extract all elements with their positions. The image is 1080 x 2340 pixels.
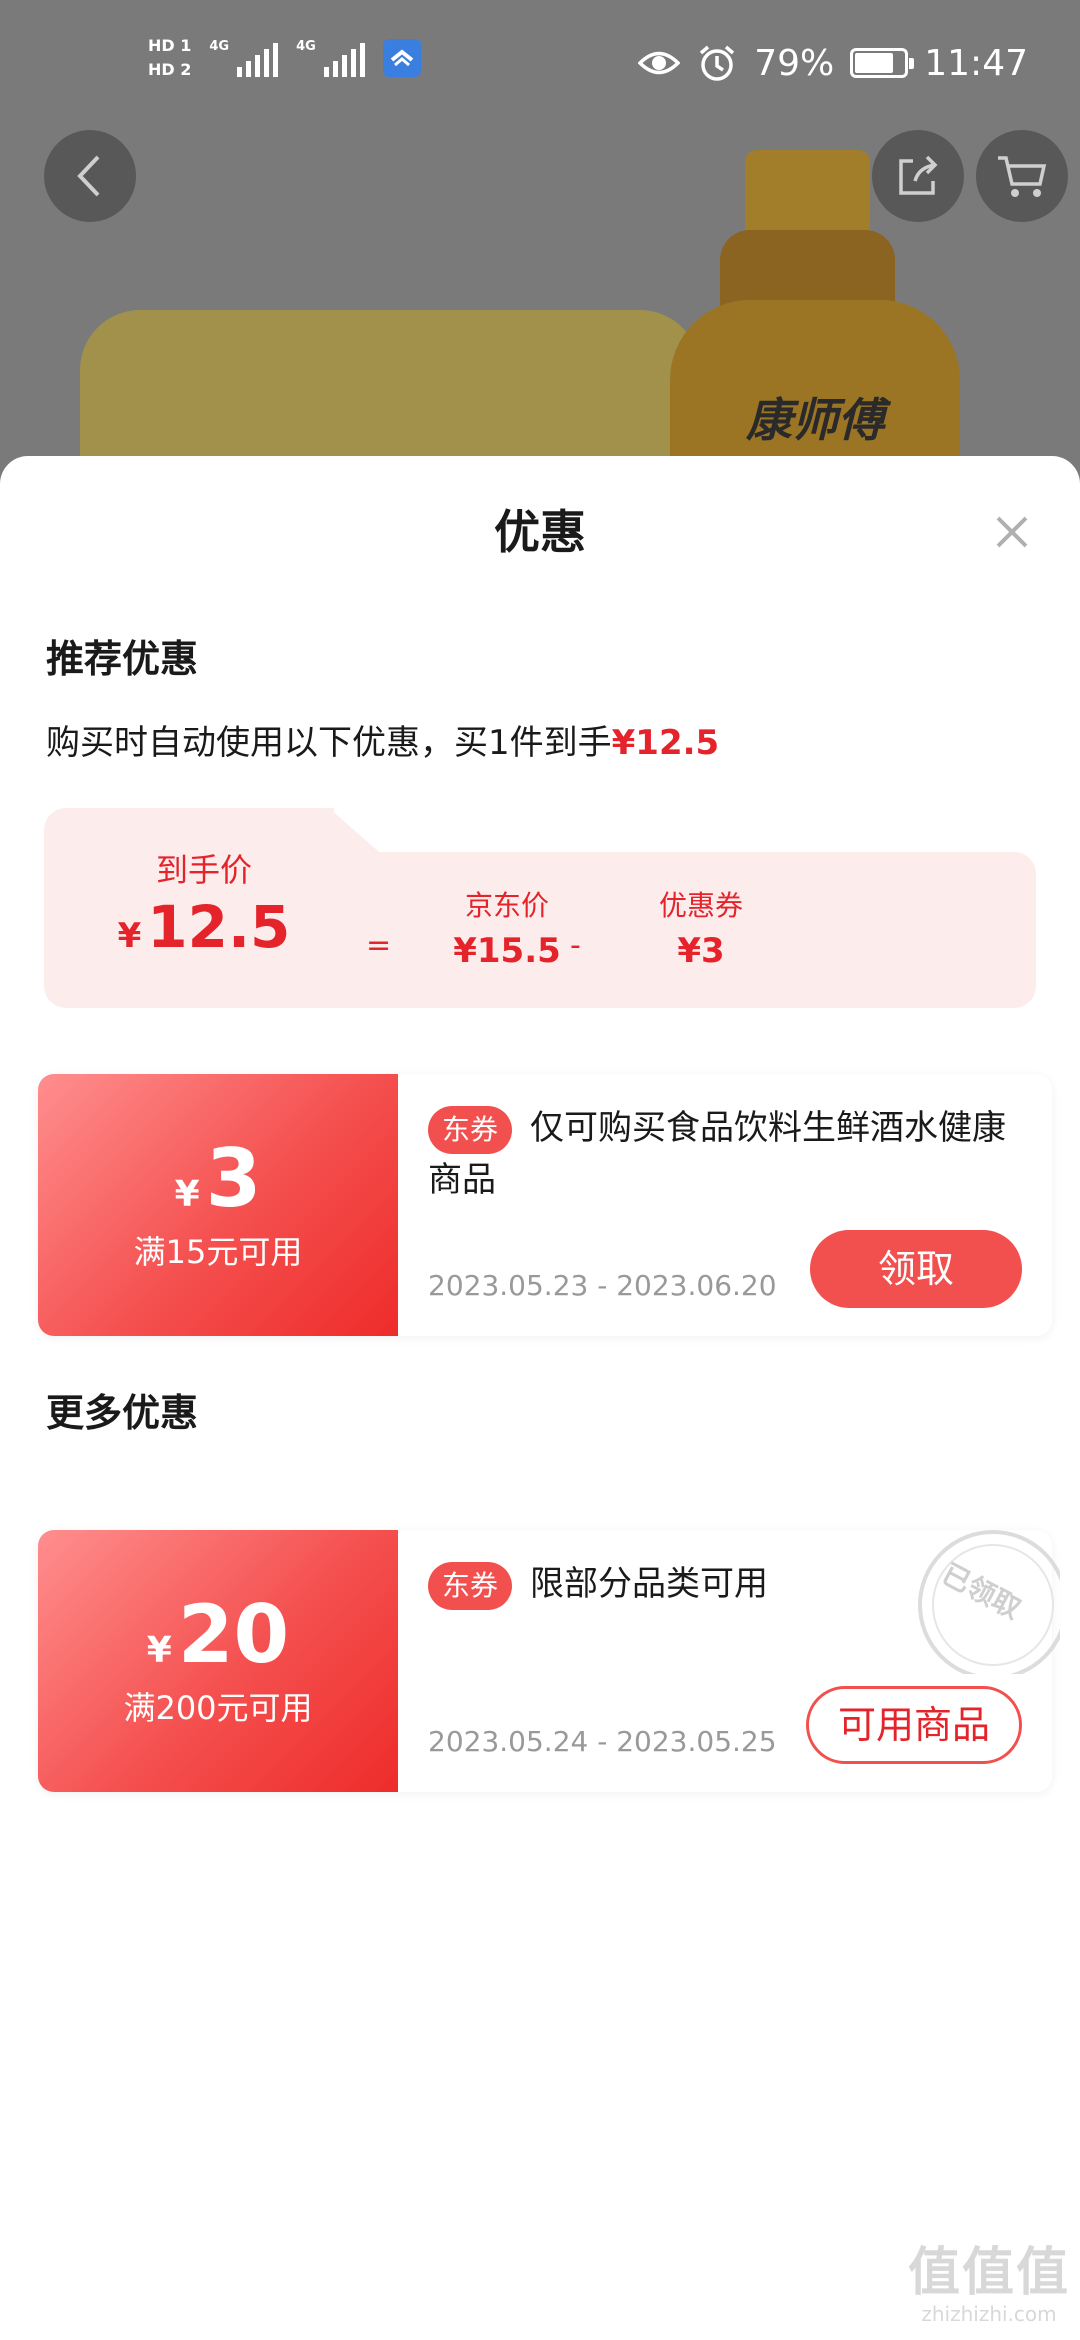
coupon-value-panel: ¥20 满200元可用 [38,1530,398,1792]
battery-percent: 79% [754,42,835,84]
coupon-validity: 2023.05.24 - 2023.05.25 [428,1725,777,1758]
coupon-card: ¥3 满15元可用 仅可购买食品饮料生鲜酒水健康商品 东券 2023.05.23… [38,1074,1052,1336]
coupon-amount: ¥3 [174,1132,262,1225]
status-bar: HD 1 HD 2 4G 4G 79% 11:47 [0,0,1080,130]
cart-icon [998,156,1047,197]
coupon-discount-label: 优惠券 [658,889,743,922]
alarm-icon [696,42,738,84]
hd1-indicator: HD 1 [148,36,192,55]
coupon-validity: 2023.05.23 - 2023.06.20 [428,1269,777,1302]
discount-sheet: 优惠 推荐优惠 购买时自动使用以下优惠，买1件到手¥12.5 到手价 ¥12.5… [0,456,1080,2340]
eligible-products-button[interactable]: 可用商品 [806,1686,1022,1764]
coupon-condition: 满15元可用 [133,1233,303,1271]
coupon-tag: 东券 [428,1106,513,1154]
final-price-inline: ¥12.5 [611,723,720,763]
coupon-description: 仅可购买食品饮料生鲜酒水健康商品 [428,1108,1006,1200]
coupon-amount: ¥20 [146,1588,290,1681]
chevron-left-icon [77,155,100,197]
close-button[interactable] [984,504,1040,560]
claim-button[interactable]: 领取 [810,1230,1022,1308]
coupon-discount-value: ¥3 [677,931,725,971]
close-icon [996,516,1028,548]
clock: 11:47 [924,42,1028,84]
coupon-value-panel: ¥3 满15元可用 [38,1074,398,1336]
signal-2-icon: 4G [296,39,365,77]
jd-price-label: 京东价 [464,889,549,922]
more-heading: 更多优惠 [46,1391,199,1435]
claimed-stamp: 已领取 [910,1524,1060,1674]
signal-1-icon: 4G [209,39,279,77]
site-watermark: 值值值 zhizhizhi.com [908,2244,1070,2326]
cart-button[interactable] [976,130,1068,222]
hd2-indicator: HD 2 [148,60,192,79]
brand-label: 康师傅 [746,393,884,447]
coupon-condition: 满200元可用 [123,1689,313,1727]
product-background: 康师傅 HD 1 HD 2 4G 4G 79% 11:47 [0,0,1080,520]
final-price-label: 到手价 [155,851,252,889]
share-icon [899,155,938,195]
bottle-neck [720,230,895,310]
equals-sign: = [366,928,392,963]
recommended-description: 购买时自动使用以下优惠，买1件到手¥12.5 [46,723,720,763]
final-price-value: ¥12.5 [117,893,291,961]
price-breakdown: 到手价 ¥12.5 = 京东价 ¥15.5 - 优惠券 ¥3 [44,808,1036,1008]
coupon-tag: 东券 [428,1562,513,1610]
sheet-title: 优惠 [494,505,586,559]
bottle-cap [745,150,870,240]
jd-price-value: ¥15.5 [453,931,561,971]
recommended-heading: 推荐优惠 [46,637,199,681]
share-button[interactable] [872,130,964,222]
watermark-url: zhizhizhi.com [921,2302,1057,2326]
watermark-logo: 值值值 [907,2243,1070,2303]
eye-icon [638,42,681,84]
minus-sign: - [570,928,581,963]
app-notification-icon [382,39,421,77]
coupon-card: ¥20 满200元可用 限部分品类可用 东券 2023.05.24 - 2023… [38,1530,1060,1792]
back-button[interactable] [44,130,136,222]
battery-icon [850,48,915,78]
